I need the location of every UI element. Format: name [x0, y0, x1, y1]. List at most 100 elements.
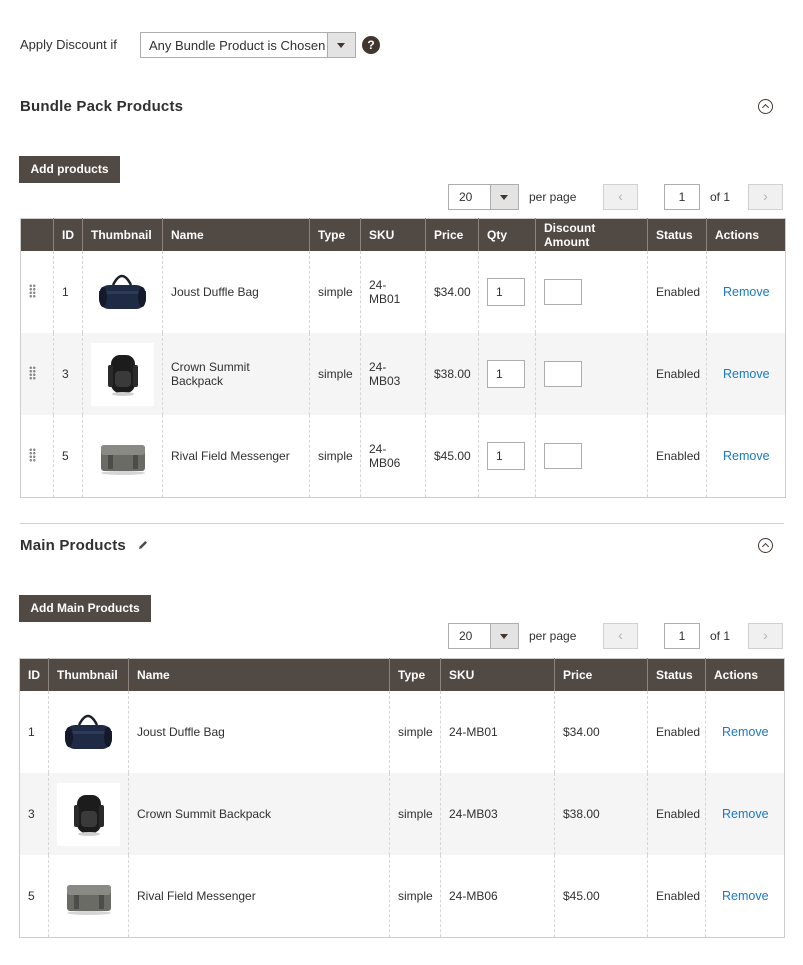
remove-link[interactable]: Remove: [723, 449, 770, 463]
remove-link[interactable]: Remove: [723, 285, 770, 299]
product-thumbnail-duffle-bag: [57, 700, 120, 764]
column-header-status[interactable]: Status: [647, 218, 707, 251]
column-header-type[interactable]: Type: [309, 218, 361, 251]
page-size-select[interactable]: 20: [448, 623, 519, 649]
drag-handle-icon[interactable]: [29, 283, 36, 298]
column-header-drag: [20, 218, 54, 251]
edit-pencil-icon[interactable]: [137, 539, 149, 551]
chevron-down-icon: [490, 624, 518, 648]
cell-name: Joust Duffle Bag: [128, 691, 390, 773]
drag-handle-icon[interactable]: [29, 447, 36, 462]
cell-id: 1: [53, 251, 83, 333]
cell-type: simple: [389, 773, 441, 855]
cell-sku: 24-MB03: [440, 773, 555, 855]
apply-discount-select[interactable]: Any Bundle Product is Chosen: [140, 32, 356, 58]
table-row: 5 Rival Field Messenger simple 24-MB06 $…: [20, 415, 786, 498]
column-header-thumbnail: Thumbnail: [82, 218, 163, 251]
chevron-down-icon: [327, 33, 355, 57]
drag-handle-icon[interactable]: [29, 365, 36, 380]
cell-status: Enabled: [647, 251, 707, 333]
discount-amount-input[interactable]: [544, 279, 582, 305]
table-row: 1 Joust Duffle Bag simple 24-MB01 $34.00…: [19, 691, 785, 773]
table-row: 5 Rival Field Messenger simple 24-MB06 $…: [19, 855, 785, 938]
next-page-button[interactable]: ›: [748, 623, 783, 649]
cell-name: Rival Field Messenger: [162, 415, 310, 498]
column-header-name[interactable]: Name: [162, 218, 310, 251]
cell-sku: 24-MB01: [440, 691, 555, 773]
discount-amount-input[interactable]: [544, 361, 582, 387]
per-page-label: per page: [529, 629, 577, 643]
cell-status: Enabled: [647, 855, 706, 938]
add-main-products-button[interactable]: Add Main Products: [19, 595, 151, 622]
cell-status: Enabled: [647, 415, 707, 498]
next-page-button[interactable]: ›: [748, 184, 783, 210]
qty-input[interactable]: 1: [487, 360, 525, 388]
cell-name: Joust Duffle Bag: [162, 251, 310, 333]
bundle-section-title: Bundle Pack Products: [20, 98, 184, 115]
cell-name: Crown Summit Backpack: [128, 773, 390, 855]
prev-page-button[interactable]: ‹: [603, 184, 638, 210]
page-size-value: 20: [459, 190, 473, 204]
product-thumbnail-messenger-bag: [57, 864, 120, 928]
qty-input[interactable]: 1: [487, 442, 525, 470]
cell-id: 3: [53, 333, 83, 415]
cell-type: simple: [309, 251, 361, 333]
cell-id: 3: [19, 773, 49, 855]
cell-price: $38.00: [554, 773, 648, 855]
page-total-label: of 1: [710, 629, 731, 643]
collapse-icon[interactable]: [758, 538, 773, 553]
qty-input[interactable]: 1: [487, 278, 525, 306]
collapse-icon[interactable]: [758, 99, 773, 114]
page-size-value: 20: [459, 629, 473, 643]
cell-name: Crown Summit Backpack: [162, 333, 310, 415]
cell-sku: 24-MB06: [440, 855, 555, 938]
table-row: 1 Joust Duffle Bag simple 24-MB01 $34.00…: [20, 251, 786, 333]
table-row: 3 Crown Summit Backpack simple 24-MB03 $…: [19, 773, 785, 855]
page-number-input[interactable]: 1: [664, 623, 700, 649]
column-header-actions: Actions: [705, 658, 785, 691]
column-header-type[interactable]: Type: [389, 658, 441, 691]
remove-link[interactable]: Remove: [722, 725, 769, 739]
table-header-row: ID Thumbnail Name Type SKU Price Qty Dis…: [20, 218, 786, 251]
page-number-input[interactable]: 1: [664, 184, 700, 210]
column-header-actions: Actions: [706, 218, 786, 251]
main-section-title: Main Products: [20, 537, 126, 554]
cell-sku: 24-MB06: [360, 415, 426, 498]
per-page-label: per page: [529, 190, 577, 204]
cell-status: Enabled: [647, 773, 706, 855]
column-header-status[interactable]: Status: [647, 658, 706, 691]
apply-discount-value: Any Bundle Product is Chosen: [149, 38, 326, 53]
column-header-qty: Qty: [478, 218, 536, 251]
column-header-price[interactable]: Price: [554, 658, 648, 691]
cell-status: Enabled: [647, 691, 706, 773]
discount-amount-input[interactable]: [544, 443, 582, 469]
column-header-sku[interactable]: SKU: [360, 218, 426, 251]
cell-type: simple: [309, 415, 361, 498]
column-header-id[interactable]: ID: [19, 658, 49, 691]
cell-type: simple: [309, 333, 361, 415]
product-thumbnail-backpack: [57, 782, 120, 846]
cell-price: $45.00: [425, 415, 479, 498]
add-products-button[interactable]: Add products: [19, 156, 120, 183]
help-icon[interactable]: ?: [362, 36, 380, 54]
cell-name: Rival Field Messenger: [128, 855, 390, 938]
prev-page-button[interactable]: ‹: [603, 623, 638, 649]
remove-link[interactable]: Remove: [722, 807, 769, 821]
remove-link[interactable]: Remove: [722, 889, 769, 903]
apply-discount-label: Apply Discount if: [20, 37, 117, 52]
page-total-label: of 1: [710, 190, 731, 204]
cell-type: simple: [389, 691, 441, 773]
cell-id: 5: [53, 415, 83, 498]
column-header-name[interactable]: Name: [128, 658, 390, 691]
column-header-sku[interactable]: SKU: [440, 658, 555, 691]
chevron-down-icon: [490, 185, 518, 209]
cell-sku: 24-MB03: [360, 333, 426, 415]
column-header-price[interactable]: Price: [425, 218, 479, 251]
column-header-id[interactable]: ID: [53, 218, 83, 251]
remove-link[interactable]: Remove: [723, 367, 770, 381]
section-divider: [20, 523, 784, 524]
column-header-discount-amount: Discount Amount: [535, 218, 648, 251]
product-thumbnail-backpack: [91, 342, 154, 406]
cell-type: simple: [389, 855, 441, 938]
page-size-select[interactable]: 20: [448, 184, 519, 210]
